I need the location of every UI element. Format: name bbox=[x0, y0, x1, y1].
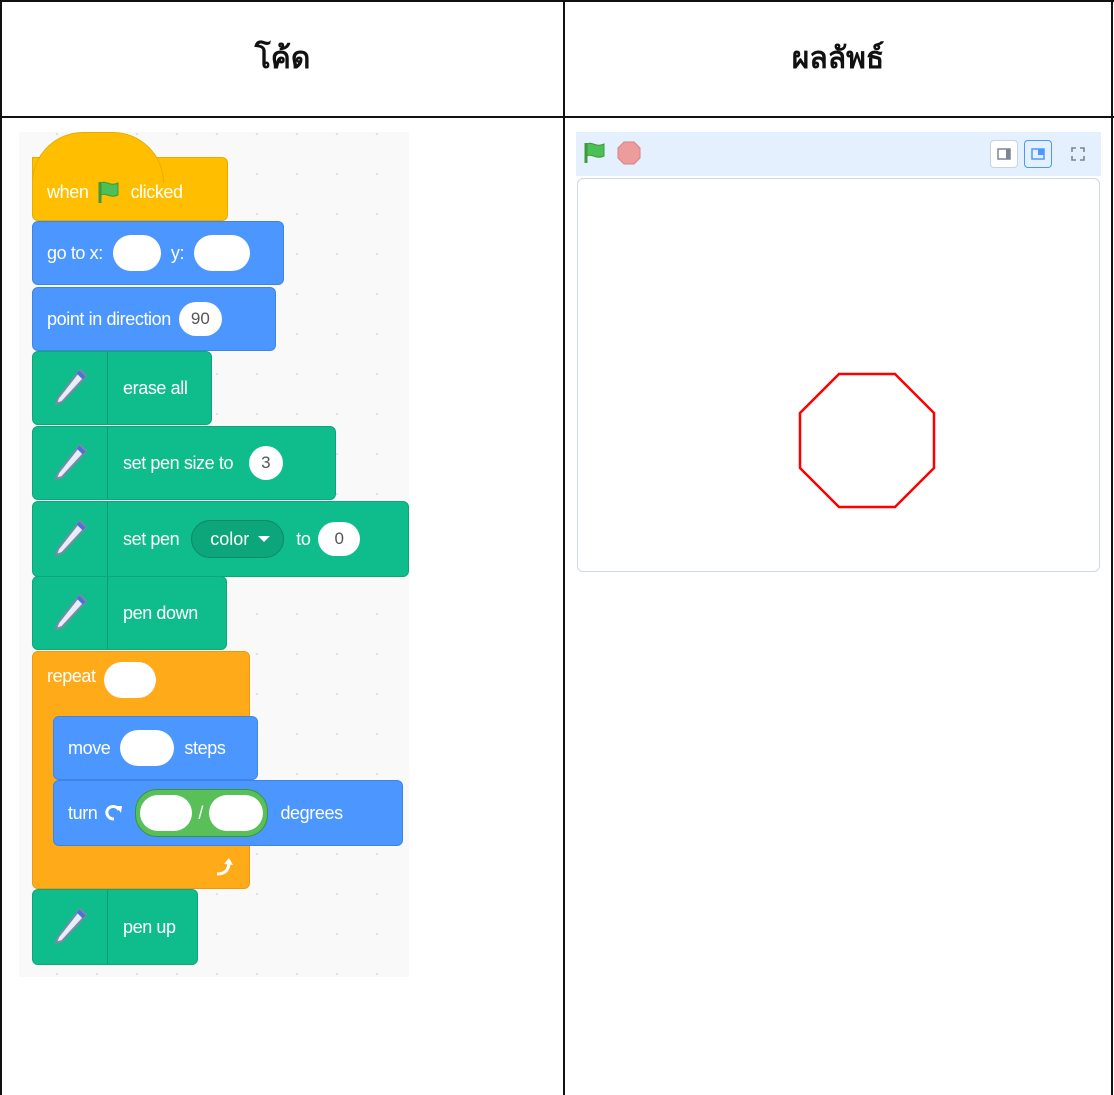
pen-icon bbox=[54, 368, 88, 406]
pen-up-label: pen up bbox=[123, 916, 176, 937]
normal-stage-button[interactable] bbox=[1024, 140, 1052, 168]
normal-stage-icon bbox=[1031, 148, 1045, 160]
pen-param-value: color bbox=[210, 528, 250, 549]
pen-icon-wrap bbox=[33, 352, 108, 424]
divisor-slot[interactable] bbox=[209, 795, 264, 831]
header-result: ผลลัพธ์ bbox=[791, 40, 885, 76]
pen-size-input[interactable]: 3 bbox=[249, 446, 283, 480]
pen-up-block[interactable]: pen up bbox=[32, 889, 198, 965]
erase-all-label: erase all bbox=[123, 377, 188, 398]
table-column-divider bbox=[563, 0, 565, 1095]
chevron-down-icon bbox=[258, 536, 271, 542]
dividend-slot[interactable] bbox=[140, 795, 193, 831]
small-stage-icon bbox=[997, 148, 1011, 160]
table-header-divider bbox=[0, 116, 1114, 118]
steps-label: steps bbox=[184, 737, 226, 758]
direction-input[interactable]: 90 bbox=[178, 302, 222, 336]
divide-operator[interactable]: / bbox=[135, 789, 269, 837]
pen-icon-wrap bbox=[33, 502, 108, 576]
set-pen-color-block[interactable]: set pen color to 0 bbox=[32, 501, 409, 577]
table-border-left bbox=[0, 0, 2, 1095]
scratch-code-area: when clicked go to x: y: point in direct… bbox=[19, 132, 409, 977]
set-pen-size-label: set pen size to bbox=[123, 452, 234, 473]
fullscreen-button[interactable] bbox=[1064, 140, 1092, 168]
pen-icon-wrap bbox=[33, 890, 108, 964]
to-label: to bbox=[296, 528, 311, 549]
erase-all-block[interactable]: erase all bbox=[32, 351, 212, 425]
small-stage-button[interactable] bbox=[990, 140, 1018, 168]
hat-cap bbox=[32, 132, 164, 183]
steps-input-slot[interactable] bbox=[120, 730, 175, 766]
pen-down-block[interactable]: pen down bbox=[32, 576, 227, 650]
header-code: โค้ด bbox=[254, 40, 311, 76]
pen-icon-wrap bbox=[33, 577, 108, 649]
pen-color-input[interactable]: 0 bbox=[318, 522, 360, 556]
point-in-direction-label: point in direction bbox=[47, 308, 171, 329]
repeat-count-slot[interactable] bbox=[103, 662, 156, 698]
green-flag-icon[interactable] bbox=[582, 140, 608, 166]
pen-icon bbox=[54, 443, 88, 481]
set-pen-label: set pen bbox=[123, 528, 180, 549]
comparison-table: โค้ด ผลลัพธ์ when clicked go to x: y: po… bbox=[0, 0, 1114, 1095]
turn-label: turn bbox=[68, 802, 98, 823]
octagon-drawing bbox=[798, 372, 936, 509]
pen-icon-wrap bbox=[33, 427, 108, 499]
move-label: move bbox=[68, 737, 111, 758]
degrees-label: degrees bbox=[280, 802, 343, 823]
pen-icon bbox=[54, 519, 88, 557]
stop-icon[interactable] bbox=[616, 140, 642, 166]
table-border-right bbox=[1111, 0, 1113, 1095]
move-steps-block[interactable]: move steps bbox=[53, 716, 258, 780]
divide-sign: / bbox=[198, 802, 204, 823]
point-in-direction-block[interactable]: point in direction 90 bbox=[32, 287, 276, 351]
turn-degrees-block[interactable]: turn / degrees bbox=[53, 780, 403, 846]
pen-param-dropdown[interactable]: color bbox=[191, 520, 285, 558]
go-to-xy-block[interactable]: go to x: y: bbox=[32, 221, 284, 285]
y-input-slot[interactable] bbox=[194, 235, 251, 271]
stage-header bbox=[576, 132, 1101, 176]
pen-icon bbox=[54, 593, 88, 631]
clicked-label: clicked bbox=[130, 181, 183, 202]
when-label: when bbox=[47, 181, 89, 202]
green-flag-icon bbox=[98, 181, 119, 203]
when-flag-clicked-block[interactable]: when clicked bbox=[32, 132, 228, 221]
pen-icon bbox=[54, 907, 88, 945]
stage-canvas[interactable] bbox=[577, 178, 1100, 572]
pen-down-label: pen down bbox=[123, 602, 198, 623]
x-input-slot[interactable] bbox=[112, 235, 161, 271]
fullscreen-icon bbox=[1071, 147, 1085, 161]
loop-arrow-icon bbox=[216, 858, 233, 876]
set-pen-size-block[interactable]: set pen size to 3 bbox=[32, 426, 336, 500]
go-to-x-label: go to x: bbox=[47, 242, 103, 263]
rotate-right-icon bbox=[105, 805, 123, 821]
repeat-label: repeat bbox=[47, 666, 96, 686]
y-label: y: bbox=[170, 242, 185, 263]
